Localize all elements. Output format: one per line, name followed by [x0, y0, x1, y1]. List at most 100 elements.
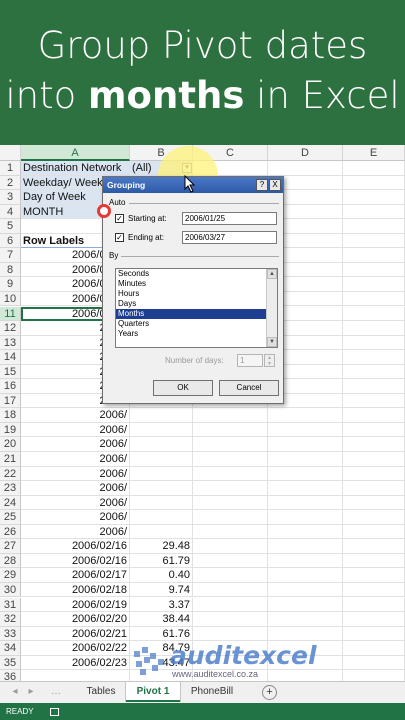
cell-e[interactable] — [343, 655, 405, 671]
cell-a[interactable]: 2006/ — [21, 481, 130, 496]
starting-at-input[interactable]: 2006/01/25 — [182, 212, 277, 225]
row-header[interactable]: 17 — [0, 393, 21, 409]
scroll-up-icon[interactable]: ▲ — [267, 269, 277, 279]
tab-phonebill[interactable]: PhoneBill — [182, 682, 242, 702]
grouping-option[interactable]: Hours — [116, 289, 277, 299]
row-header[interactable]: 15 — [0, 364, 21, 380]
cell-c[interactable] — [193, 437, 268, 452]
cell-a[interactable]: 2006/ — [21, 452, 130, 467]
cell-a[interactable]: 2006/02/19 — [21, 597, 130, 613]
close-button[interactable]: X — [269, 179, 281, 191]
cell-e[interactable] — [343, 219, 405, 234]
cell-b[interactable] — [130, 481, 193, 496]
cell-b[interactable] — [130, 524, 193, 540]
cell-b[interactable]: 3.37 — [130, 597, 193, 613]
cell-d[interactable] — [268, 408, 343, 423]
grouping-option[interactable]: Quarters — [116, 319, 277, 329]
row-header[interactable]: 30 — [0, 582, 21, 598]
cell-e[interactable] — [343, 291, 405, 307]
ending-at-input[interactable]: 2006/03/27 — [182, 231, 277, 244]
cell-a[interactable]: 2006/02/23 — [21, 655, 130, 671]
cell-d[interactable] — [268, 481, 343, 496]
row-header[interactable]: 18 — [0, 408, 21, 423]
cell-b[interactable] — [130, 452, 193, 467]
tabs-more-icon[interactable]: … — [48, 682, 64, 702]
cell-c[interactable] — [193, 553, 268, 569]
row-header[interactable]: 34 — [0, 641, 21, 656]
cell-d[interactable] — [268, 466, 343, 482]
select-all-corner[interactable] — [0, 145, 21, 161]
cell-a[interactable] — [21, 670, 130, 681]
cell-a[interactable]: 2006/ — [21, 422, 130, 438]
cell-e[interactable] — [343, 510, 405, 525]
cell-e[interactable] — [343, 641, 405, 656]
row-header[interactable]: 19 — [0, 422, 21, 438]
cell-e[interactable] — [343, 204, 405, 220]
column-header-a[interactable]: A — [21, 145, 130, 161]
macro-record-icon[interactable] — [49, 707, 59, 716]
cell-b[interactable]: 0.40 — [130, 568, 193, 583]
cell-c[interactable] — [193, 626, 268, 642]
cell-e[interactable] — [343, 408, 405, 423]
cell-d[interactable] — [268, 437, 343, 452]
cell-b[interactable] — [130, 422, 193, 438]
cell-d[interactable] — [268, 539, 343, 554]
cell-c[interactable] — [193, 582, 268, 598]
cell-a[interactable]: 2006/02/17 — [21, 568, 130, 583]
cell-a[interactable]: 2006/02/16 — [21, 539, 130, 554]
cell-c[interactable] — [193, 495, 268, 511]
cell-d[interactable] — [268, 597, 343, 613]
cell-c[interactable] — [193, 612, 268, 627]
cell-b[interactable] — [130, 408, 193, 423]
cell-e[interactable] — [343, 393, 405, 409]
cell-b[interactable]: 9.74 — [130, 582, 193, 598]
cell-d[interactable] — [268, 582, 343, 598]
grouping-option[interactable]: Days — [116, 299, 277, 309]
cell-d[interactable] — [268, 161, 343, 176]
row-header[interactable]: 32 — [0, 612, 21, 627]
grouping-option[interactable]: Seconds — [116, 269, 277, 279]
cell-e[interactable] — [343, 422, 405, 438]
cell-e[interactable] — [343, 481, 405, 496]
cell-e[interactable] — [343, 553, 405, 569]
row-header[interactable]: 4 — [0, 204, 21, 220]
tab-pivot-1[interactable]: Pivot 1 — [126, 682, 180, 702]
row-header[interactable]: 28 — [0, 553, 21, 569]
starting-at-checkbox[interactable]: ✓ — [115, 214, 124, 223]
ok-button[interactable]: OK — [153, 380, 213, 396]
cell-e[interactable] — [343, 277, 405, 292]
row-header[interactable]: 11 — [0, 306, 21, 322]
scroll-down-icon[interactable]: ▼ — [267, 337, 277, 347]
cell-b[interactable] — [130, 495, 193, 511]
row-header[interactable]: 36 — [0, 670, 21, 681]
add-sheet-button[interactable]: + — [262, 685, 277, 700]
cell-e[interactable] — [343, 175, 405, 191]
cell-d[interactable] — [268, 568, 343, 583]
cell-b[interactable] — [130, 437, 193, 452]
scroll-tabs-left-icon[interactable]: ◂ — [8, 682, 22, 702]
cell-a[interactable]: 2006/02/18 — [21, 582, 130, 598]
cell-d[interactable] — [268, 422, 343, 438]
row-header[interactable]: 21 — [0, 452, 21, 467]
cell-c[interactable] — [193, 466, 268, 482]
row-header[interactable]: 12 — [0, 321, 21, 336]
row-header[interactable]: 2 — [0, 175, 21, 191]
cell-e[interactable] — [343, 582, 405, 598]
ending-at-checkbox[interactable]: ✓ — [115, 233, 124, 242]
cell-c[interactable] — [193, 481, 268, 496]
row-header[interactable]: 5 — [0, 219, 21, 234]
row-header[interactable]: 13 — [0, 335, 21, 351]
grouping-by-listbox[interactable]: Seconds Minutes Hours Days Months Quarters Yea… — [115, 268, 278, 348]
cell-c[interactable] — [193, 408, 268, 423]
grouping-option[interactable]: Months — [116, 309, 277, 319]
grouping-option[interactable]: Years — [116, 329, 277, 339]
cell-e[interactable] — [343, 350, 405, 365]
cell-e[interactable] — [343, 262, 405, 278]
cell-a[interactable]: 2006/ — [21, 408, 130, 423]
row-header[interactable]: 14 — [0, 350, 21, 365]
number-of-days-input[interactable]: 1 — [237, 354, 263, 367]
cell-b[interactable]: 61.76 — [130, 626, 193, 642]
row-header[interactable]: 16 — [0, 379, 21, 394]
cell-e[interactable] — [343, 306, 405, 322]
row-header[interactable]: 24 — [0, 495, 21, 511]
